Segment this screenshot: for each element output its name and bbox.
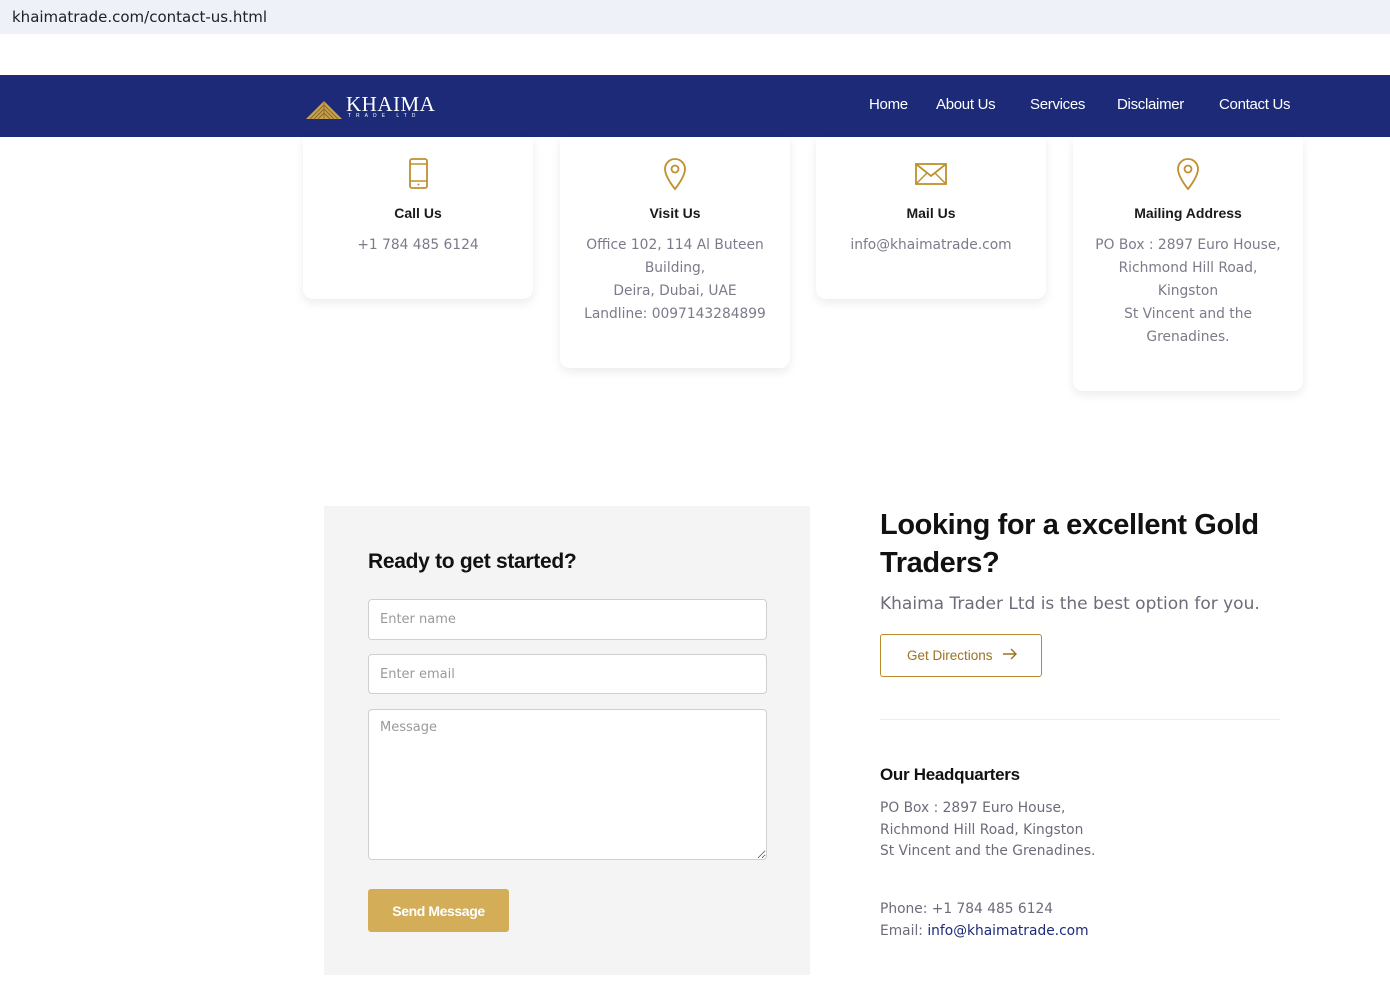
nav-services[interactable]: Services <box>1030 96 1085 113</box>
nav-contact-us[interactable]: Contact Us <box>1219 96 1291 113</box>
get-directions-button[interactable]: Get Directions <box>880 634 1042 677</box>
contact-card-mail: Mail Us info@khaimatrade.com <box>816 137 1046 299</box>
logo-sub-text: TRADE LTD <box>348 113 421 119</box>
card-line: Office 102, 114 Al Buteen <box>586 237 764 253</box>
hq-phone: Phone: +1 784 485 6124 <box>880 901 1054 917</box>
card-line: St Vincent and the <box>1124 306 1252 322</box>
card-body: PO Box : 2897 Euro House, Richmond Hill … <box>1085 234 1291 349</box>
location-pin-icon <box>664 158 686 191</box>
nav-disclaimer[interactable]: Disclaimer <box>1117 96 1184 113</box>
address-line: St Vincent and the Grenadines. <box>880 843 1096 859</box>
hq-email-row: Email: info@khaimatrade.com <box>880 920 1089 942</box>
card-line: Richmond Hill Road, <box>1118 260 1258 276</box>
card-line: Landline: 0097143284899 <box>584 306 766 322</box>
headquarters-contact: Phone: +1 784 485 6124 Email: info@khaim… <box>880 898 1089 942</box>
divider <box>880 719 1280 720</box>
envelope-icon <box>915 163 947 185</box>
card-line: Deira, Dubai, UAE <box>613 283 737 299</box>
url-text[interactable]: khaimatrade.com/contact-us.html <box>12 8 267 26</box>
hq-email-label: Email: <box>880 923 928 939</box>
promo-lead: Khaima Trader Ltd is the best option for… <box>880 594 1260 614</box>
card-title: Mailing Address <box>1134 205 1242 221</box>
browser-address-bar[interactable]: khaimatrade.com/contact-us.html <box>0 0 1390 34</box>
form-title: Ready to get started? <box>368 550 577 573</box>
address-line: PO Box : 2897 Euro House, <box>880 800 1066 816</box>
card-title: Visit Us <box>649 205 701 221</box>
logo[interactable]: KHAIMA TRADE LTD <box>304 91 444 123</box>
arrow-right-icon <box>1003 648 1017 660</box>
phone-icon <box>409 158 428 189</box>
email-input[interactable] <box>368 654 767 694</box>
address-line: Richmond Hill Road, Kingston <box>880 821 1084 838</box>
top-navigation: KHAIMA TRADE LTD Home About Us Services … <box>0 75 1390 137</box>
send-message-button[interactable]: Send Message <box>368 889 509 932</box>
card-line[interactable]: info@khaimatrade.com <box>828 234 1034 257</box>
card-line: Building, <box>644 260 706 276</box>
card-body: +1 784 485 6124 <box>315 234 521 257</box>
headquarters-title: Our Headquarters <box>880 765 1020 784</box>
nav-about-us[interactable]: About Us <box>936 96 996 113</box>
logo-pyramid-icon <box>306 101 342 120</box>
card-line: PO Box : 2897 Euro House, <box>1095 237 1281 253</box>
card-body: Office 102, 114 Al Buteen Building, Deir… <box>572 234 778 326</box>
card-title: Call Us <box>394 205 442 221</box>
headquarters-address: PO Box : 2897 Euro House, Richmond Hill … <box>880 798 1095 863</box>
card-line: Grenadines. <box>1146 329 1230 345</box>
contact-card-call: Call Us +1 784 485 6124 <box>303 137 533 299</box>
card-body: info@khaimatrade.com <box>828 234 1034 257</box>
promo-title: Looking for a excellent Gold Traders? <box>880 509 1259 579</box>
location-pin-icon <box>1177 158 1199 191</box>
card-line: Kingston <box>1157 283 1219 299</box>
nav-home[interactable]: Home <box>869 96 908 113</box>
card-title: Mail Us <box>906 205 956 221</box>
name-input[interactable] <box>368 599 767 640</box>
card-line: +1 784 485 6124 <box>357 237 479 253</box>
contact-card-mailing-address: Mailing Address PO Box : 2897 Euro House… <box>1073 137 1303 391</box>
hq-email-link[interactable]: info@khaimatrade.com <box>927 923 1088 939</box>
message-textarea[interactable] <box>368 709 767 860</box>
get-directions-label: Get Directions <box>907 648 993 663</box>
contact-form: Ready to get started? Send Message <box>324 506 810 975</box>
contact-card-visit: Visit Us Office 102, 114 Al Buteen Build… <box>560 137 790 368</box>
